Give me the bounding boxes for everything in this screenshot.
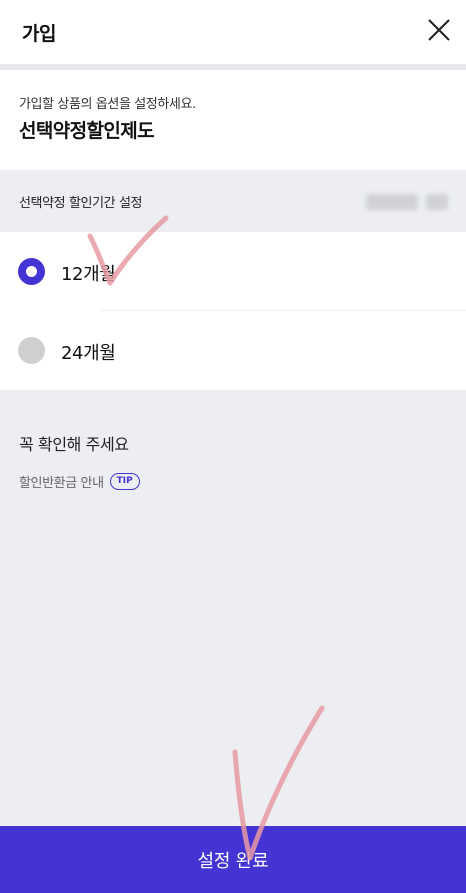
period-label: 선택약정 할인기간 설정 — [19, 196, 143, 211]
radio-unselected-icon[interactable] — [18, 337, 45, 364]
period-options: 12개월 24개월 — [0, 232, 466, 390]
refund-label[interactable]: 할인반환금 안내 — [19, 472, 104, 491]
close-button[interactable] — [426, 17, 452, 43]
redacted-info-2 — [426, 194, 448, 210]
close-icon[interactable] — [426, 17, 452, 43]
intro-subtitle: 가입할 상품의 옵션을 설정하세요. — [19, 97, 196, 112]
product-intro: 가입할 상품의 옵션을 설정하세요. 선택약정할인제도 — [0, 70, 466, 170]
tip-badge[interactable]: TIP — [109, 473, 140, 490]
option-label: 24개월 — [61, 343, 116, 364]
refund-info-row[interactable]: 할인반환금 안내 TIP — [19, 472, 140, 491]
option-24-months[interactable]: 24개월 — [0, 311, 466, 390]
option-label: 12개월 — [61, 264, 116, 285]
confirm-button[interactable]: 설정 완료 — [0, 826, 466, 893]
period-section-header: 선택약정 할인기간 설정 — [0, 170, 466, 232]
notice-title: 꼭 확인해 주세요 — [19, 435, 129, 454]
product-name: 선택약정할인제도 — [19, 120, 155, 142]
app-header: 가입 — [0, 0, 466, 64]
radio-selected-icon[interactable] — [18, 258, 45, 285]
redacted-info — [366, 194, 418, 210]
page-title: 가입 — [22, 23, 56, 45]
option-12-months[interactable]: 12개월 — [0, 232, 466, 311]
